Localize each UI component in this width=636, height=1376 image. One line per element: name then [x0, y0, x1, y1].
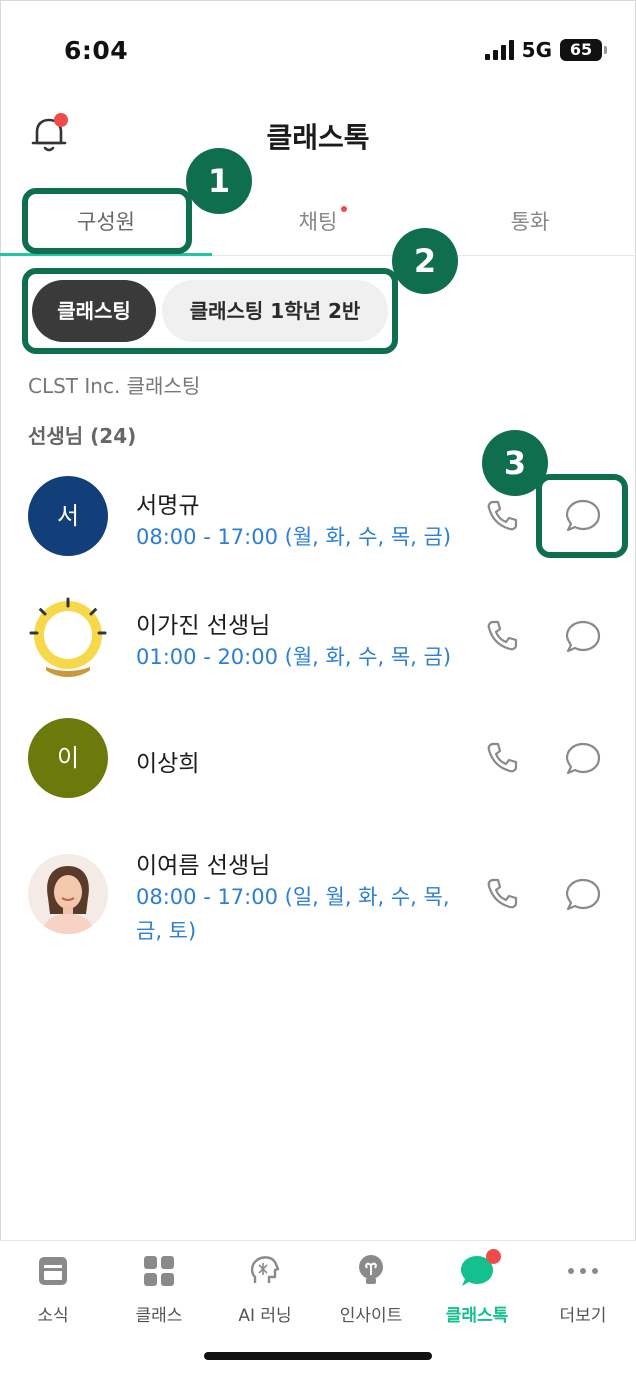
home-indicator	[204, 1352, 432, 1360]
status-indicators: 5G 65	[484, 38, 607, 62]
network-type: 5G	[521, 38, 552, 62]
class-grid-icon	[141, 1253, 177, 1289]
phone-icon[interactable]	[484, 740, 520, 776]
nav-item-news[interactable]: 소식	[0, 1253, 106, 1326]
chat-bubble-icon[interactable]	[564, 618, 602, 656]
contact-avatar[interactable]: 이	[28, 718, 108, 798]
avatar: 이	[28, 718, 108, 798]
phone-icon[interactable]	[484, 876, 520, 912]
classtalk-chat-icon	[459, 1249, 501, 1289]
contact-avatar[interactable]	[28, 597, 108, 677]
annotation-number-1: 1	[186, 148, 252, 214]
avatar	[28, 597, 108, 677]
insight-bulb-icon	[353, 1253, 389, 1289]
tab-calls[interactable]: 통화	[424, 190, 636, 255]
annotation-box-1	[22, 188, 192, 254]
classtalk-badge	[486, 1249, 501, 1264]
chat-bubble-icon[interactable]	[564, 740, 602, 778]
contact-name: 이가진 선생님	[136, 613, 271, 639]
chat-bubble-icon[interactable]	[564, 876, 602, 914]
phone-icon[interactable]	[484, 618, 520, 654]
contact-hours: 08:00 - 17:00 (일, 월, 화, 수, 목,	[136, 885, 450, 909]
nav-label: 인사이트	[339, 1306, 403, 1326]
organization-name: CLST Inc. 클래스팅	[28, 374, 201, 398]
nav-item-more[interactable]: 더보기	[530, 1253, 636, 1326]
contact-hours: 01:00 - 20:00 (월, 화, 수, 목, 금)	[136, 645, 452, 669]
chip-classting[interactable]: 클래스팅	[32, 280, 156, 342]
ai-learning-icon	[247, 1253, 283, 1289]
section-title: 선생님 (24)	[28, 424, 137, 448]
nav-label: 소식	[37, 1306, 69, 1326]
tab-chat-label: 채팅	[298, 210, 338, 234]
nav-label: 클래스톡	[445, 1306, 509, 1326]
phone-icon[interactable]	[484, 498, 520, 534]
avatar	[28, 854, 108, 934]
status-time: 6:04	[64, 36, 129, 65]
contact-name: 이여름 선생님	[136, 853, 271, 879]
annotation-number-2: 2	[392, 228, 458, 294]
contact-name: 이상희	[136, 751, 200, 777]
chat-unread-dot	[341, 206, 347, 212]
more-dots-icon	[565, 1253, 601, 1289]
signal-icon	[484, 40, 514, 60]
avatar: 서	[28, 476, 108, 556]
nav-label: 클래스	[135, 1306, 183, 1326]
nav-label: AI 러닝	[238, 1306, 292, 1326]
chat-bubble-icon[interactable]	[564, 497, 602, 535]
battery-icon: 65	[560, 39, 607, 61]
nav-label: 더보기	[559, 1306, 607, 1326]
annotation-number-3: 3	[482, 430, 548, 496]
nav-item-classtalk[interactable]: 클래스톡	[424, 1249, 530, 1326]
nav-item-ai-learning[interactable]: AI 러닝	[212, 1253, 318, 1326]
nav-item-insight[interactable]: 인사이트	[318, 1253, 424, 1326]
contact-hours: 08:00 - 17:00 (월, 화, 수, 목, 금)	[136, 525, 452, 549]
contact-name: 서명규	[136, 493, 200, 519]
contact-avatar[interactable]: 서	[28, 476, 108, 556]
contact-hours-continued: 금, 토)	[136, 919, 197, 943]
contact-avatar[interactable]	[28, 854, 108, 934]
nav-item-class[interactable]: 클래스	[106, 1253, 212, 1326]
page-title: 클래스톡	[266, 121, 370, 154]
news-icon	[35, 1253, 71, 1289]
tab-calls-label: 통화	[510, 210, 550, 234]
chip-class-1-2[interactable]: 클래스팅 1학년 2반	[162, 280, 388, 342]
